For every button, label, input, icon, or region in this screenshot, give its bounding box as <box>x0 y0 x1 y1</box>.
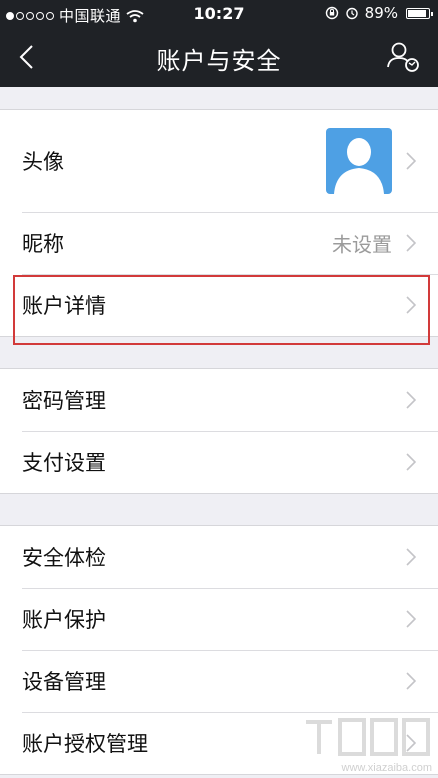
chevron-right-icon <box>406 296 416 314</box>
row-label: 账户详情 <box>22 294 106 318</box>
battery-percent: 89% <box>364 4 398 22</box>
row-label: 支付设置 <box>22 451 106 475</box>
chevron-right-icon <box>406 234 416 252</box>
chevron-right-icon <box>406 610 416 628</box>
row-label: 账户保护 <box>22 608 106 632</box>
navigation-bar: 账户与安全 <box>0 27 438 87</box>
row-label: 账户授权管理 <box>22 732 148 756</box>
avatar <box>326 128 392 194</box>
user-switch-icon[interactable] <box>386 40 422 74</box>
row-label: 头像 <box>22 150 64 174</box>
settings-group-profile: 头像 昵称 未设置 账户详情 <box>0 109 438 337</box>
nickname-value: 未设置 <box>332 232 392 257</box>
row-nickname[interactable]: 昵称 未设置 <box>0 212 438 274</box>
battery-icon <box>406 7 433 19</box>
chevron-right-icon <box>406 391 416 409</box>
status-bar: 中国联通 10:27 89% <box>0 0 438 27</box>
watermark-text: www.xiazaiba.com <box>341 762 432 774</box>
rotation-lock-icon <box>325 6 338 20</box>
status-right: 89% <box>325 4 433 22</box>
row-label: 安全体检 <box>22 546 106 570</box>
watermark: www.xiazaiba.com <box>302 714 432 774</box>
chevron-right-icon <box>406 152 416 170</box>
row-security-check[interactable]: 安全体检 <box>0 526 438 588</box>
row-device-management[interactable]: 设备管理 <box>0 650 438 712</box>
row-label: 昵称 <box>22 232 64 256</box>
chevron-right-icon <box>406 548 416 566</box>
row-label: 密码管理 <box>22 389 106 413</box>
chevron-right-icon <box>406 453 416 471</box>
top-bar: 中国联通 10:27 89% 账户与安全 <box>0 0 438 87</box>
row-label: 设备管理 <box>22 670 106 694</box>
watermark-logo-icon <box>306 718 430 756</box>
row-payment-settings[interactable]: 支付设置 <box>0 431 438 493</box>
page-title: 账户与安全 <box>156 47 282 75</box>
row-account-details[interactable]: 账户详情 <box>0 274 438 336</box>
row-avatar[interactable]: 头像 <box>0 110 438 212</box>
settings-group-security: 密码管理 支付设置 <box>0 368 438 494</box>
chevron-right-icon <box>406 672 416 690</box>
default-avatar-icon <box>334 138 384 194</box>
alarm-icon <box>345 7 358 20</box>
row-password-management[interactable]: 密码管理 <box>0 369 438 431</box>
row-account-protection[interactable]: 账户保护 <box>0 588 438 650</box>
